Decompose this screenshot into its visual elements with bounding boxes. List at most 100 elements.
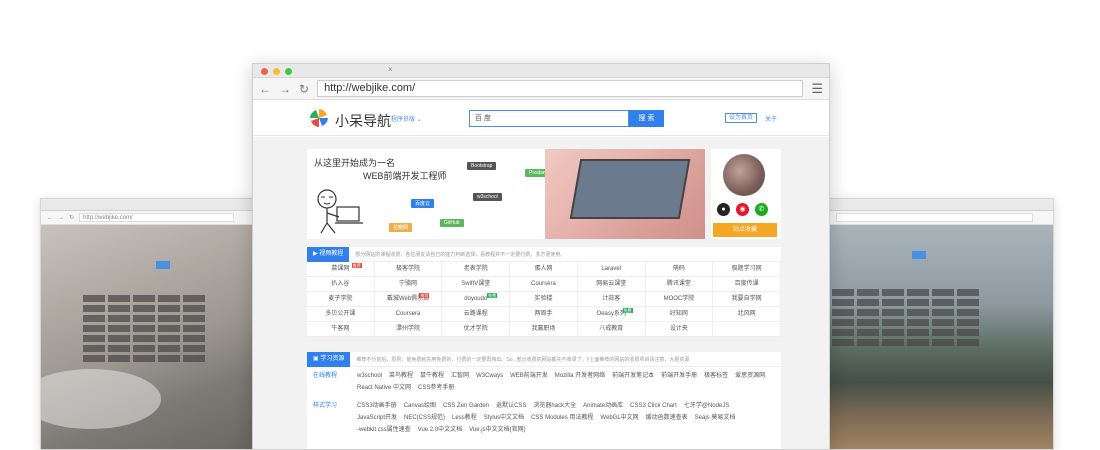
- reload-icon[interactable]: ↻: [69, 214, 74, 221]
- resource-link[interactable]: 菜鸟教程: [389, 370, 413, 382]
- video-site-link[interactable]: Coursera: [510, 277, 578, 292]
- video-site-link[interactable]: 潭州学院: [374, 322, 443, 337]
- video-site-link[interactable]: 我赢职场: [510, 322, 578, 337]
- resource-link[interactable]: -webkit css属性速查: [357, 424, 411, 436]
- video-site-link[interactable]: 两周手: [510, 307, 578, 322]
- back-icon[interactable]: ←: [47, 215, 53, 221]
- forward-icon[interactable]: →: [58, 215, 64, 221]
- search-input[interactable]: [496, 111, 628, 126]
- video-site-link[interactable]: 宁骆网: [374, 277, 443, 292]
- resource-link[interactable]: 返默认CSS: [496, 400, 526, 412]
- video-site-link[interactable]: 戴城Web俱乐部 推荐: [374, 292, 443, 307]
- resource-link[interactable]: Less教程: [452, 412, 477, 424]
- minimize-window-icon[interactable]: [273, 68, 280, 75]
- resource-link[interactable]: 浏览器hack大全: [533, 400, 576, 412]
- video-site-link[interactable]: 麦子学院: [307, 292, 375, 307]
- avatar[interactable]: [723, 154, 765, 196]
- close-window-icon[interactable]: [261, 68, 268, 75]
- banner-tag[interactable]: 花瓣网: [389, 223, 413, 232]
- side-left-url[interactable]: http://webjike.com/: [79, 213, 234, 222]
- forward-icon[interactable]: →: [279, 82, 291, 96]
- version-dropdown[interactable]: 程序员版 ⌄: [391, 114, 422, 123]
- site-brand[interactable]: 小呆导航: [335, 111, 391, 131]
- video-site-link[interactable]: 网易云课堂: [577, 277, 646, 292]
- video-site-link[interactable]: doyoudo 免费: [442, 292, 511, 307]
- video-site-link[interactable]: 计蒜客: [577, 292, 646, 307]
- resource-link[interactable]: WebGL中文网: [600, 412, 638, 424]
- resource-link[interactable]: 极客标签: [704, 370, 728, 382]
- bookmark-site-button[interactable]: 站点收藏: [713, 223, 777, 237]
- side-right-url[interactable]: [836, 213, 1033, 222]
- banner-tag[interactable]: 百度云: [411, 199, 435, 208]
- resource-link[interactable]: Animate动画库: [583, 400, 623, 412]
- video-site-link[interactable]: 扒入谷: [307, 277, 375, 292]
- video-site-link[interactable]: MOOC学院: [645, 292, 714, 307]
- video-site-link[interactable]: 老表学院: [442, 262, 511, 277]
- video-site-link[interactable]: 好知网: [645, 307, 714, 322]
- video-site-link[interactable]: Oeasy系列 免费: [577, 307, 646, 322]
- resource-link[interactable]: CSS参考手册: [418, 382, 454, 394]
- resource-link[interactable]: 汇智网: [451, 370, 469, 382]
- banner-tag[interactable]: Bootstrap: [467, 162, 497, 170]
- resource-link[interactable]: Mozilla 开发者网络: [555, 370, 605, 382]
- video-site-link[interactable]: 百度传课: [713, 277, 781, 292]
- video-site-link[interactable]: SwiftV课堂: [442, 277, 511, 292]
- resource-link[interactable]: 爱思资源网: [735, 370, 765, 382]
- resource-link[interactable]: Seajs 莫易文档: [695, 412, 736, 424]
- showcase-stage: ← → ↻ http://webjike.com/ × ← → ↻ http:/…: [0, 0, 1100, 450]
- resource-link[interactable]: CSS3动画手册: [357, 400, 397, 412]
- resource-link[interactable]: W3Cways: [476, 370, 503, 382]
- search-button[interactable]: 搜 索: [629, 110, 664, 127]
- resource-link[interactable]: NEC(CSS规范): [404, 412, 445, 424]
- resource-link[interactable]: Stylus中文文档: [484, 412, 524, 424]
- video-site-link[interactable]: 蛋人网: [510, 262, 578, 277]
- resource-link[interactable]: CSS Zen Garden: [443, 400, 489, 412]
- weibo-icon[interactable]: ◉: [736, 203, 749, 216]
- pinwheel-logo-icon[interactable]: [309, 108, 329, 128]
- video-site-link[interactable]: 我要自学网: [713, 292, 781, 307]
- banner-tag[interactable]: GitHub: [440, 219, 464, 227]
- resource-link[interactable]: 缓动函数速查表: [646, 412, 688, 424]
- set-home-button[interactable]: 设为首页: [725, 113, 758, 123]
- resource-link[interactable]: Canvas绘图: [404, 400, 436, 412]
- resource-link[interactable]: React Native 中文网: [357, 382, 411, 394]
- video-site-link[interactable]: 极客学院: [374, 262, 443, 277]
- back-icon[interactable]: ←: [259, 82, 271, 96]
- video-site-link[interactable]: 云路课程: [442, 307, 511, 322]
- resource-link[interactable]: 鼠牛教程: [420, 370, 444, 382]
- about-link[interactable]: 关于: [765, 114, 777, 123]
- resource-link[interactable]: Vue.js中文文档(官网): [469, 424, 525, 436]
- video-site-link[interactable]: 北风网: [713, 307, 781, 322]
- wechat-icon[interactable]: ✆: [755, 203, 768, 216]
- resource-link[interactable]: CSS Modules 用法教程: [531, 412, 593, 424]
- resource-link[interactable]: WEB前端开发: [510, 370, 548, 382]
- video-site-link[interactable]: Coursera: [374, 307, 443, 322]
- resource-link[interactable]: 前端开发手册: [661, 370, 697, 382]
- search-engine-select[interactable]: 百 度: [470, 111, 496, 126]
- resource-link[interactable]: 七牙学@NodeJS: [684, 400, 729, 412]
- video-site-link[interactable]: 八戒教育: [577, 322, 646, 337]
- video-site-link[interactable]: 慕课网 推荐: [307, 262, 375, 277]
- video-site-link[interactable]: 设计夹: [645, 322, 714, 337]
- resource-link[interactable]: Vue 2.0中文文档: [418, 424, 462, 436]
- address-bar[interactable]: http://webjike.com/: [317, 80, 804, 97]
- reload-icon[interactable]: ↻: [299, 82, 309, 96]
- resource-link[interactable]: 前端开发笔记本: [612, 370, 654, 382]
- banner-tag[interactable]: w3school: [473, 193, 502, 201]
- video-site-link[interactable]: 极题学习网: [713, 262, 781, 277]
- resource-link[interactable]: CSS3 Click Chart: [630, 400, 677, 412]
- video-site-link[interactable]: 实验楼: [510, 292, 578, 307]
- video-site-link[interactable]: Laravel: [577, 262, 646, 277]
- video-site-link[interactable]: 腾讯课堂: [645, 277, 714, 292]
- maximize-window-icon[interactable]: [285, 68, 292, 75]
- video-site-link[interactable]: 多贝公开课: [307, 307, 375, 322]
- tab-close-icon[interactable]: ×: [388, 65, 393, 74]
- github-icon[interactable]: ●: [717, 203, 730, 216]
- video-site-link[interactable]: 优才学院: [442, 322, 511, 337]
- resource-link[interactable]: w3school: [357, 370, 382, 382]
- video-site-link[interactable]: 牛客网: [307, 322, 375, 337]
- resource-link[interactable]: JavaScript开发: [357, 412, 397, 424]
- menu-icon[interactable]: ☰: [811, 81, 823, 97]
- learn-row-label: 样式学习: [313, 403, 338, 409]
- video-site-link[interactable]: 萌码: [645, 262, 714, 277]
